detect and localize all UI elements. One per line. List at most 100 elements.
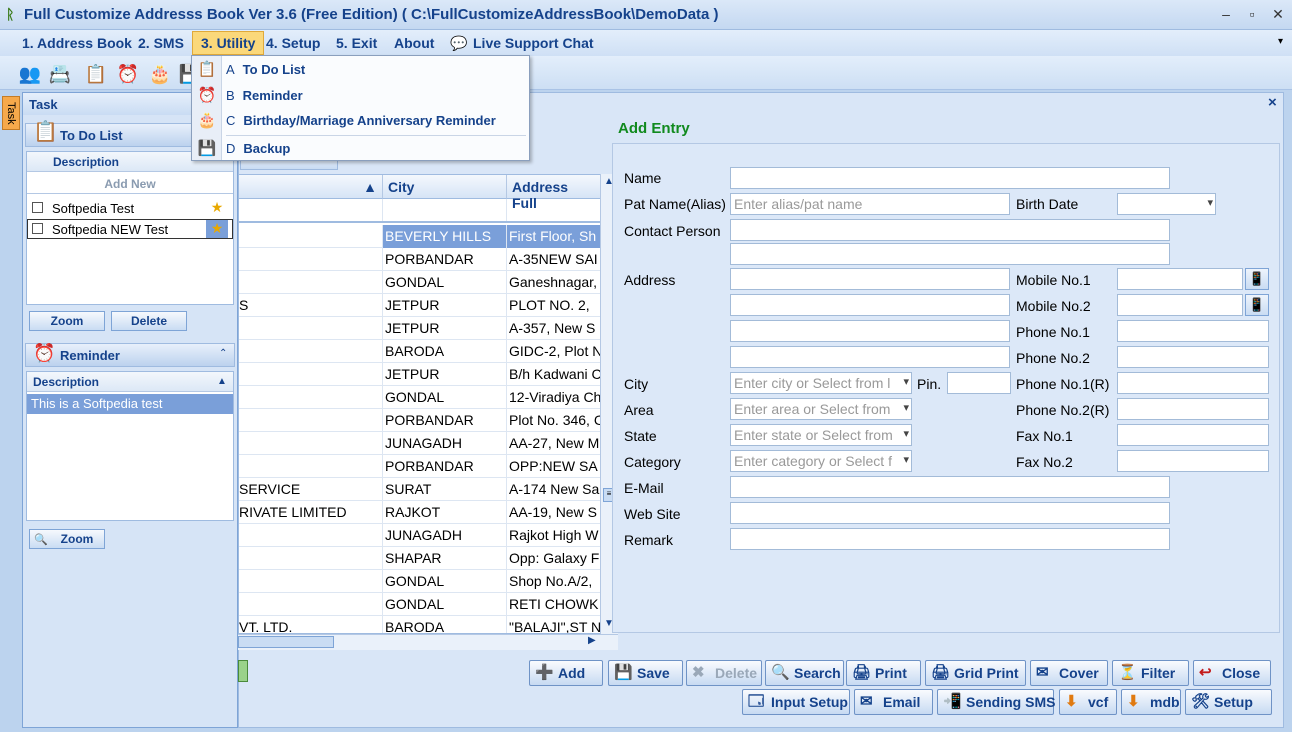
table-row[interactable]: GONDAL Shop No.A/2, — [239, 570, 601, 593]
menu-overflow-icon[interactable]: ▾ — [1278, 36, 1283, 47]
phone2-input[interactable] — [1117, 346, 1269, 368]
pin-input[interactable] — [947, 372, 1011, 394]
mobile1-contact-icon[interactable]: 📱 — [1245, 268, 1269, 290]
menu-address-book[interactable]: 1. Address Book — [22, 32, 132, 54]
filter-button[interactable]: ⏳ Filter — [1112, 660, 1189, 686]
table-row[interactable]: PORBANDAR A-35NEW SAI — [239, 248, 601, 271]
phone1-input[interactable] — [1117, 320, 1269, 342]
add-button[interactable]: ➕ Add — [529, 660, 603, 686]
fax2-input[interactable] — [1117, 450, 1269, 472]
cake-icon[interactable]: 🎂 — [148, 62, 172, 86]
pat-name-input[interactable]: Enter alias/pat name — [730, 193, 1010, 215]
todo-checkbox[interactable] — [32, 202, 43, 213]
name-input[interactable] — [730, 167, 1170, 189]
contact-person-input-1[interactable] — [730, 219, 1170, 241]
setup-button[interactable]: 🛠 Setup — [1185, 689, 1272, 715]
table-row[interactable]: GONDAL 12-Viradiya Ch — [239, 386, 601, 409]
menu-utility[interactable]: 3. Utility — [192, 31, 265, 55]
table-row[interactable]: PORBANDAR OPP:NEW SA — [239, 455, 601, 478]
input-setup-button[interactable]: 🗔 Input Setup — [742, 689, 850, 715]
delete-button[interactable]: ✖ Delete — [686, 660, 762, 686]
email-button[interactable]: ✉ Email — [854, 689, 933, 715]
category-combo[interactable]: Enter category or Select f — [730, 450, 912, 472]
star-icon[interactable]: ★ — [206, 199, 228, 217]
table-row[interactable]: GONDAL RETI CHOWK — [239, 593, 601, 616]
utility-menu-item[interactable]: B Reminder — [226, 84, 303, 108]
save-button[interactable]: 💾 Save — [608, 660, 683, 686]
address-line-4[interactable] — [730, 346, 1010, 368]
vcf-button[interactable]: ⬇ vcf — [1059, 689, 1117, 715]
state-combo[interactable]: Enter state or Select from — [730, 424, 912, 446]
contacts-icon[interactable]: 👥 — [18, 62, 42, 86]
grid-print-button[interactable]: 🖨 Grid Print — [925, 660, 1026, 686]
task-side-tab[interactable]: Task — [2, 96, 20, 130]
table-row[interactable]: JUNAGADH AA-27, New M — [239, 432, 601, 455]
table-row[interactable]: PORBANDAR Plot No. 346, C — [239, 409, 601, 432]
todo-add-new[interactable]: Add New — [27, 174, 233, 194]
grid-filter-row[interactable] — [239, 199, 601, 223]
phone2r-input[interactable] — [1117, 398, 1269, 420]
todo-item[interactable]: Softpedia NEW Test ★ — [27, 219, 233, 239]
email-input[interactable] — [730, 476, 1170, 498]
sending-sms-button[interactable]: 📲 Sending SMS — [937, 689, 1055, 715]
restore-button[interactable]: ▫ — [1242, 4, 1262, 24]
alarm-clock-icon[interactable]: ⏰ — [116, 62, 140, 86]
reminder-section-header[interactable]: Reminder — [25, 343, 235, 367]
table-row[interactable]: RIVATE LIMITED RAJKOT AA-19, New S — [239, 501, 601, 524]
table-row[interactable]: SHAPAR Opp: Galaxy F — [239, 547, 601, 570]
website-input[interactable] — [730, 502, 1170, 524]
grid-col-address[interactable]: Address Full — [507, 175, 602, 211]
city-combo[interactable]: Enter city or Select from l — [730, 372, 912, 394]
address-line-3[interactable] — [730, 320, 1010, 342]
utility-menu-item[interactable]: C Birthday/Marriage Anniversary Reminder — [226, 109, 496, 133]
reminder-sort-icon[interactable]: ▲ — [217, 376, 227, 387]
remark-input[interactable] — [730, 528, 1170, 550]
address-line-1[interactable] — [730, 268, 1010, 290]
mdb-button[interactable]: ⬇ mdb — [1121, 689, 1181, 715]
table-row[interactable]: JUNAGADH Rajkot High W — [239, 524, 601, 547]
close-window-button[interactable]: ✕ — [1268, 4, 1288, 24]
menu-sms[interactable]: 2. SMS — [138, 32, 184, 54]
menu-setup[interactable]: 4. Setup — [266, 32, 320, 54]
todo-zoom-button[interactable]: Zoom — [29, 311, 105, 331]
utility-menu-item[interactable]: A To Do List — [226, 58, 305, 82]
minimize-button[interactable]: ‒ — [1216, 4, 1236, 24]
mobile2-contact-icon[interactable]: 📱 — [1245, 294, 1269, 316]
todo-item[interactable]: Softpedia Test ★ — [27, 198, 233, 218]
todo-checkbox[interactable] — [32, 223, 43, 234]
mobile2-input[interactable] — [1117, 294, 1243, 316]
reminder-col-description[interactable]: Description — [27, 372, 233, 392]
print-button[interactable]: 🖨 Print — [846, 660, 921, 686]
menu-live-support-chat[interactable]: Live Support Chat — [473, 32, 594, 54]
grid-sort-icon[interactable]: ▲ — [239, 175, 383, 199]
reminder-zoom-button[interactable]: 🔍 Zoom — [29, 529, 105, 549]
table-row[interactable]: BARODA GIDC-2, Plot N — [239, 340, 601, 363]
table-row[interactable]: BEVERLY HILLS First Floor, Sh — [239, 225, 601, 248]
reminder-item[interactable]: This is a Softpedia test — [27, 394, 233, 414]
birth-date-picker[interactable] — [1117, 193, 1216, 215]
collapse-chevron-icon[interactable]: ⌃ — [219, 348, 227, 359]
area-combo[interactable]: Enter area or Select from — [730, 398, 912, 420]
contact-person-input-2[interactable] — [730, 243, 1170, 265]
phone1r-input[interactable] — [1117, 372, 1269, 394]
main-close-button[interactable]: × — [1268, 94, 1277, 111]
table-row[interactable]: JETPUR B/h Kadwani C — [239, 363, 601, 386]
menu-exit[interactable]: 5. Exit — [336, 32, 377, 54]
table-row[interactable]: S JETPUR PLOT NO. 2, — [239, 294, 601, 317]
grid-horizontal-scrollbar[interactable]: ▶ — [238, 634, 618, 650]
table-row[interactable]: SERVICE SURAT A-174 New Sa — [239, 478, 601, 501]
table-row[interactable]: JETPUR A-357, New S — [239, 317, 601, 340]
menu-about[interactable]: About — [394, 32, 434, 54]
table-row[interactable]: VT. LTD. BARODA "BALAJI",ST N — [239, 616, 601, 633]
cover-button[interactable]: ✉ Cover — [1030, 660, 1108, 686]
todo-delete-button[interactable]: Delete — [111, 311, 187, 331]
todo-icon[interactable]: 📋 — [84, 62, 108, 86]
user-card-icon[interactable]: 📇 — [48, 62, 72, 86]
search-button[interactable]: 🔍 Search — [765, 660, 844, 686]
star-icon[interactable]: ★ — [206, 220, 228, 238]
mobile1-input[interactable] — [1117, 268, 1243, 290]
fax1-input[interactable] — [1117, 424, 1269, 446]
close-button[interactable]: ↩ Close — [1193, 660, 1271, 686]
address-line-2[interactable] — [730, 294, 1010, 316]
grid-col-city[interactable]: City — [383, 175, 507, 199]
